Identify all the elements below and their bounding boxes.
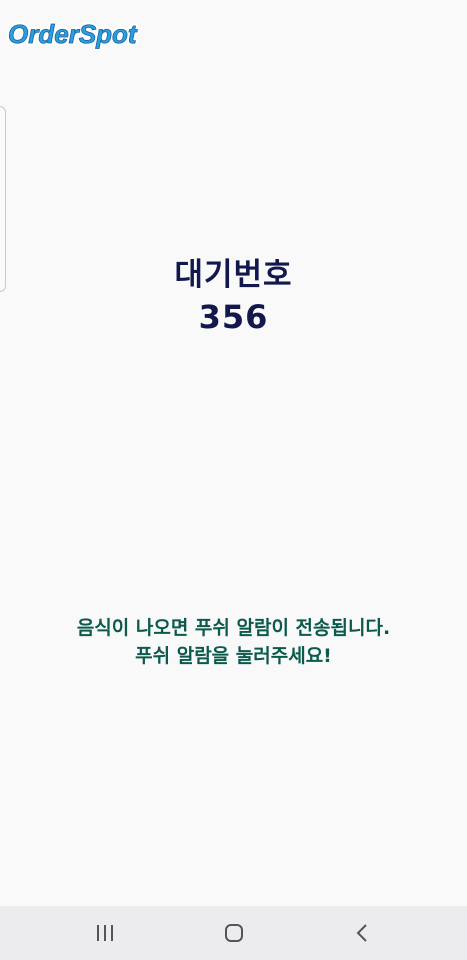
system-navigation-bar	[0, 906, 467, 960]
logo-part-order: Order	[8, 19, 81, 49]
recent-apps-icon	[96, 925, 113, 941]
push-notice-line1: 음식이 나오면 푸쉬 알람이 전송됩니다.	[76, 617, 391, 639]
back-button[interactable]	[333, 906, 393, 960]
logo-part-spot: Spot	[79, 19, 138, 49]
home-icon	[224, 924, 243, 942]
push-notice-line2: 푸쉬 알람을 눌러주세요!	[135, 645, 332, 667]
order-status-screen: OrderSpot OrderSpot 대기번호 356 음식이 나오면 푸쉬 …	[0, 0, 467, 960]
push-notice: 음식이 나오면 푸쉬 알람이 전송됩니다. 푸쉬 알람을 눌러주세요!	[0, 614, 467, 670]
waiting-number-block: 대기번호 356	[0, 254, 467, 338]
waiting-number-value: 356	[198, 298, 269, 336]
orderspot-logo: OrderSpot OrderSpot	[6, 14, 158, 54]
recent-apps-button[interactable]	[75, 906, 135, 960]
home-button[interactable]	[204, 906, 264, 960]
waiting-number-label: 대기번호	[174, 257, 293, 293]
svg-text:OrderSpot: OrderSpot	[8, 19, 138, 49]
back-icon	[356, 924, 367, 942]
